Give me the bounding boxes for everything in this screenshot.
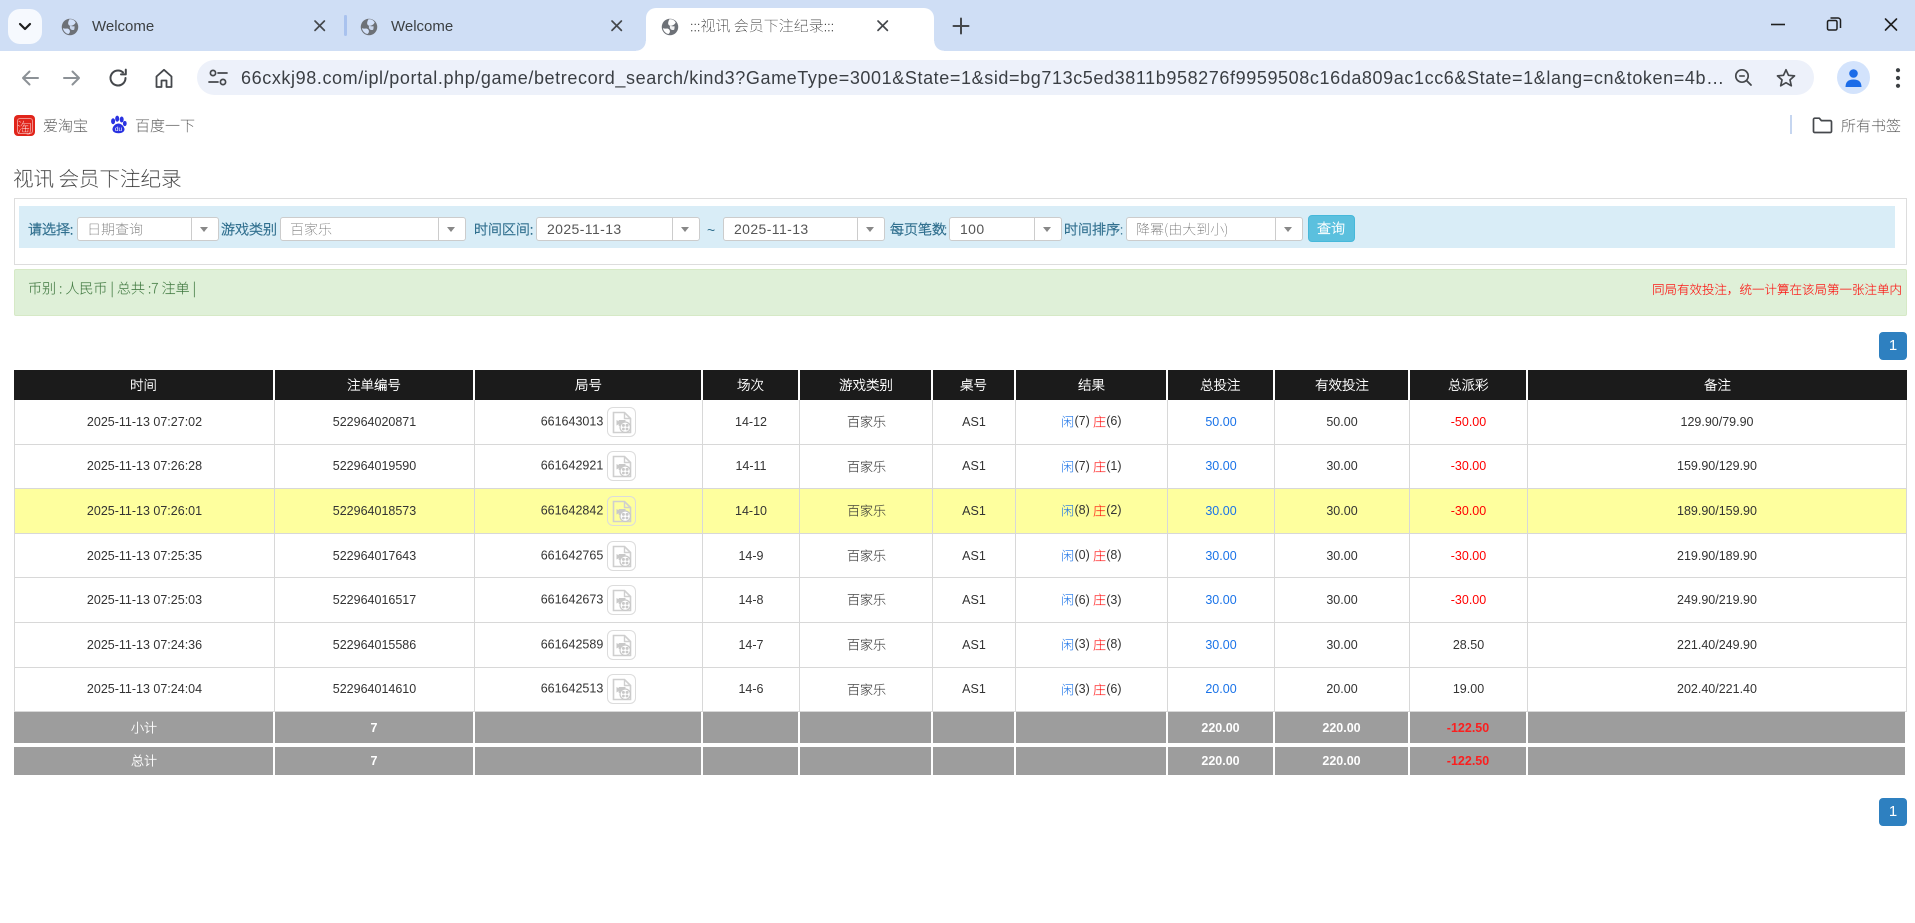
svg-text:du: du — [115, 126, 123, 133]
